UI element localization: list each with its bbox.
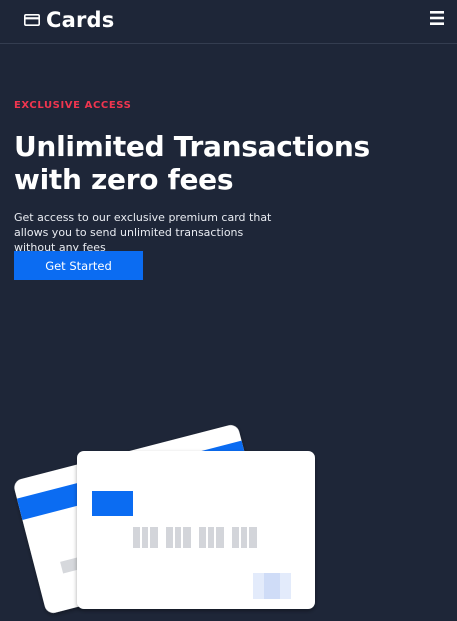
eyebrow-label: EXCLUSIVE ACCESS [14,100,132,111]
brand-name: Cards [46,8,115,32]
card-chip [92,491,133,516]
hamburger-menu-icon[interactable] [429,10,445,26]
credit-card-icon [24,14,40,26]
credit-cards-illustration [14,425,315,613]
hero-headline: Unlimited Transactions with zero fees [14,130,370,196]
get-started-button[interactable]: Get Started [14,251,143,280]
brand-logo[interactable]: Cards [24,7,114,33]
card-logo-mark [253,573,291,599]
hero-description: Get access to our exclusive premium card… [14,211,272,254]
top-navbar: Cards [0,0,457,44]
front-card [77,451,315,609]
